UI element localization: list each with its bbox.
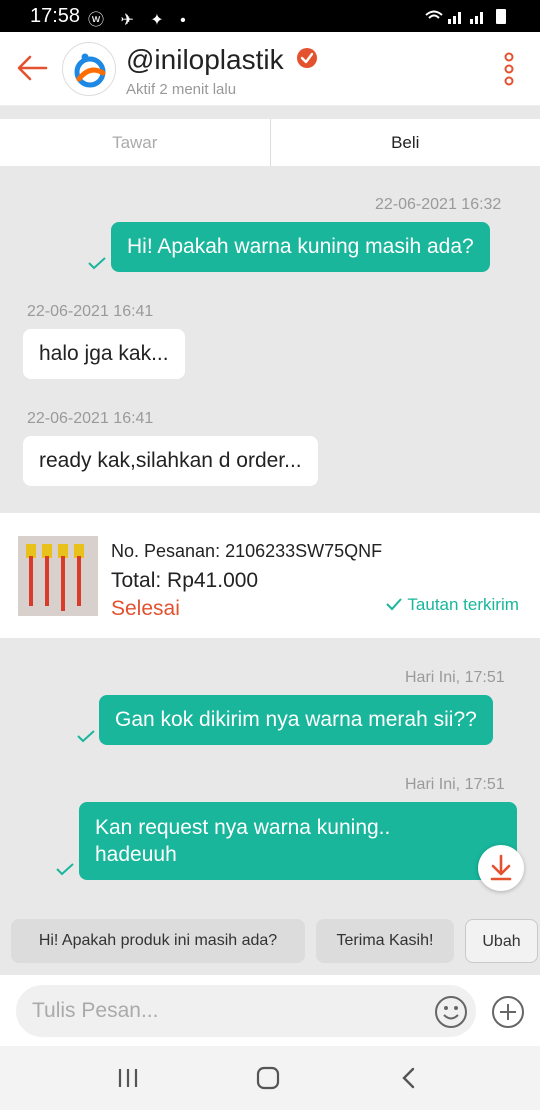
- product-image: [18, 536, 98, 616]
- message-bubble-incoming[interactable]: halo jga kak...: [23, 329, 185, 379]
- message-timestamp: Hari Ini, 17:51: [405, 776, 505, 793]
- status-time: 17:58: [30, 5, 81, 27]
- edit-quick-replies-button[interactable]: Ubah: [465, 919, 538, 963]
- shop-name: @iniloplastik: [126, 44, 284, 75]
- message-composer: Tulis Pesan...: [0, 975, 540, 1046]
- order-total: Total: Rp41.000: [111, 569, 259, 592]
- check-icon: [56, 863, 74, 876]
- system-nav-bar: [0, 1046, 540, 1110]
- link-sent-status: Tautan terkirim: [385, 595, 519, 615]
- more-vertical-icon[interactable]: [499, 50, 519, 90]
- check-icon: [386, 598, 402, 611]
- plus-icon[interactable]: [491, 995, 525, 1029]
- recents-icon[interactable]: [115, 1066, 141, 1090]
- order-number: No. Pesanan: 2106233SW75QNF: [111, 541, 383, 561]
- message-bubble-outgoing[interactable]: Gan kok dikirim nya warna merah sii??: [99, 695, 493, 745]
- tab-beli[interactable]: Beli: [271, 119, 540, 166]
- shop-avatar[interactable]: [62, 42, 116, 96]
- chat-header: @iniloplastik Aktif 2 menit lalu: [0, 32, 540, 106]
- check-icon: [88, 257, 106, 270]
- nav-back-icon[interactable]: [396, 1066, 422, 1090]
- tab-tawar[interactable]: Tawar: [0, 119, 271, 166]
- active-status: Aktif 2 menit lalu: [126, 81, 237, 98]
- shop-logo-icon: [74, 53, 106, 88]
- status-bar: 17:58 ⓦ ✈ ✦ •: [0, 0, 540, 32]
- check-icon: [77, 730, 95, 743]
- order-status: Selesai: [111, 597, 180, 620]
- link-sent-label: Tautan terkirim: [407, 595, 519, 614]
- scroll-to-bottom-button[interactable]: [478, 845, 524, 891]
- message-input[interactable]: Tulis Pesan...: [16, 985, 476, 1037]
- verified-badge-icon: [297, 48, 317, 68]
- notification-icons: ⓦ ✈ ✦ •: [88, 12, 192, 29]
- message-bubble-outgoing[interactable]: Hi! Apakah warna kuning masih ada?: [111, 222, 490, 272]
- order-card[interactable]: No. Pesanan: 2106233SW75QNF Total: Rp41.…: [0, 513, 540, 638]
- message-timestamp: Hari Ini, 17:51: [405, 669, 505, 686]
- message-bubble-outgoing[interactable]: Kan request nya warna kuning.. hadeuuh: [79, 802, 517, 880]
- signal-battery-icon: [425, 9, 506, 24]
- download-icon: [490, 854, 512, 881]
- offer-buy-tabs: Tawar Beli: [0, 119, 540, 166]
- message-timestamp: 22-06-2021 16:41: [27, 303, 154, 320]
- quick-reply-chip[interactable]: Hi! Apakah produk ini masih ada?: [11, 919, 305, 963]
- back-arrow-icon[interactable]: [14, 52, 50, 84]
- emoji-icon[interactable]: [434, 995, 468, 1029]
- product-thumbnail[interactable]: [18, 536, 98, 616]
- home-icon[interactable]: [255, 1066, 281, 1090]
- message-timestamp: 22-06-2021 16:32: [375, 196, 502, 213]
- quick-reply-chip[interactable]: Terima Kasih!: [316, 919, 454, 963]
- message-timestamp: 22-06-2021 16:41: [27, 410, 154, 427]
- message-bubble-incoming[interactable]: ready kak,silahkan d order...: [23, 436, 318, 486]
